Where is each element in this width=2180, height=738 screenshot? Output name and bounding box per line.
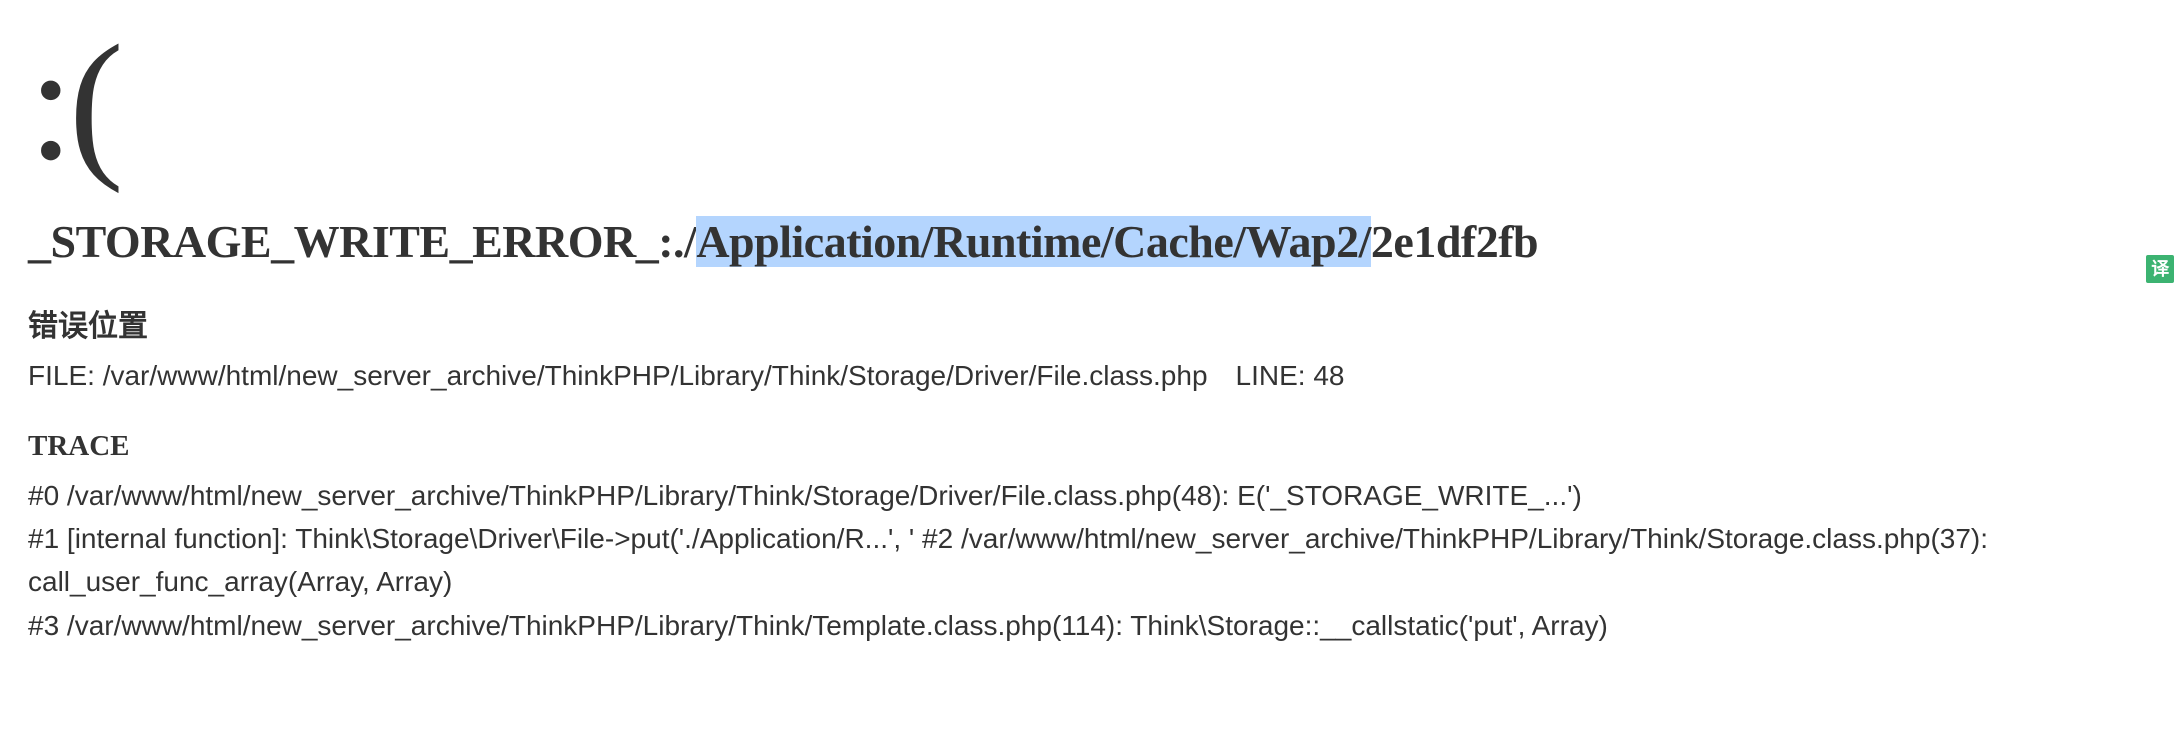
error-prefix: _STORAGE_WRITE_ERROR_:./	[28, 216, 696, 267]
line-number: 48	[1313, 360, 1344, 391]
translate-badge[interactable]: 译	[2146, 255, 2174, 283]
file-path: /var/www/html/new_server_archive/ThinkPH…	[103, 360, 1208, 391]
error-suffix: 2e1df2fb	[1371, 216, 1538, 267]
sad-face-icon: :(	[28, 20, 2152, 185]
trace-line: #0 /var/www/html/new_server_archive/Thin…	[28, 474, 2152, 517]
file-label: FILE:	[28, 360, 103, 391]
trace-heading: TRACE	[28, 425, 2152, 469]
error-highlighted-path: Application/Runtime/Cache/Wap2/	[696, 216, 1371, 267]
error-location-detail: FILE: /var/www/html/new_server_archive/T…	[28, 355, 2152, 397]
error-location-heading: 错误位置	[28, 304, 2152, 349]
line-label: LINE:	[1236, 360, 1314, 391]
error-title: _STORAGE_WRITE_ERROR_:./Application/Runt…	[28, 207, 2152, 276]
trace-line: #3 /var/www/html/new_server_archive/Thin…	[28, 604, 2152, 647]
trace-line: #1 [internal function]: Think\Storage\Dr…	[28, 517, 2152, 604]
